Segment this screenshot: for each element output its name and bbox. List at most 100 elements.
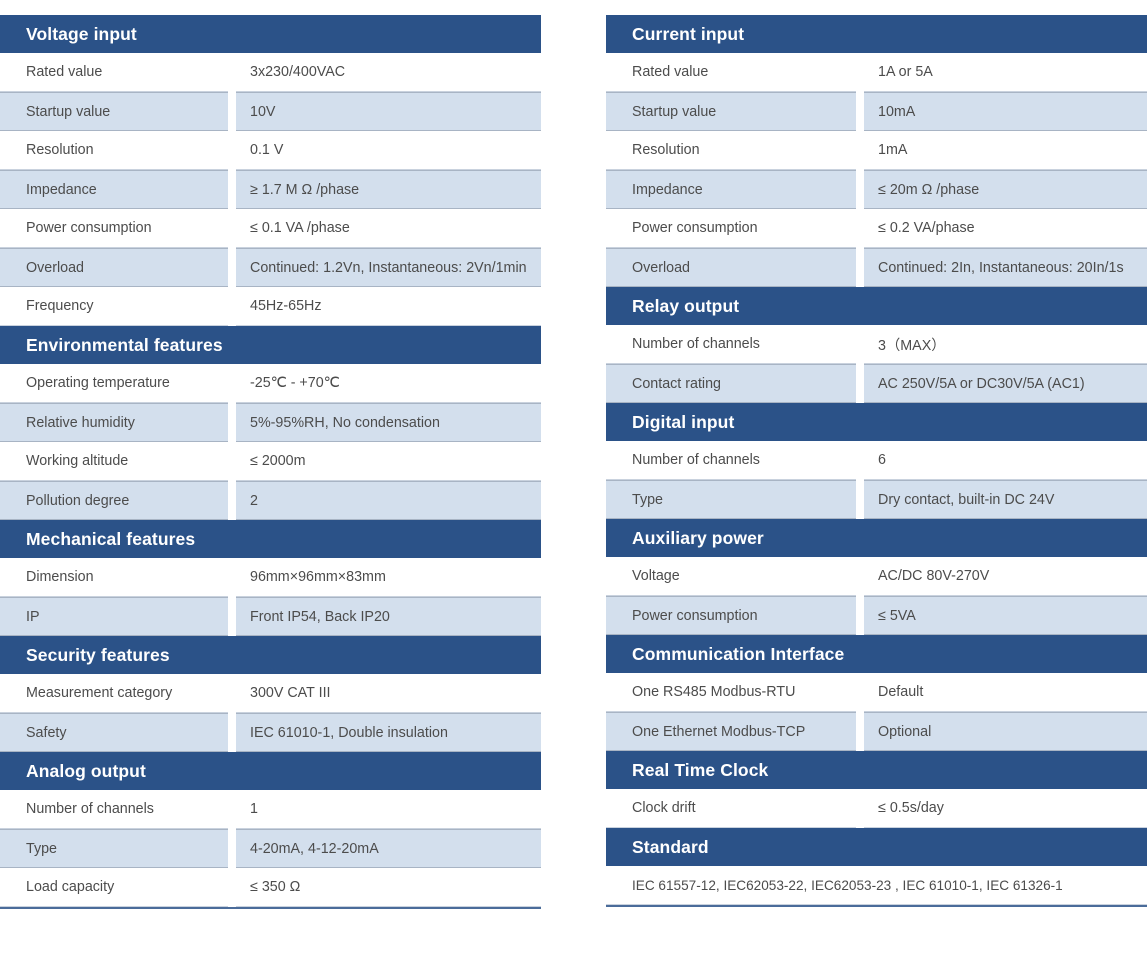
- row-value: 3（MAX）: [864, 325, 1147, 364]
- section-header: Security features: [0, 636, 541, 674]
- row-label: Resolution: [606, 131, 856, 170]
- row-label: Frequency: [0, 287, 228, 326]
- table-row: Number of channels 3（MAX）: [606, 325, 1147, 364]
- row-value: Default: [864, 673, 1147, 712]
- column-gap: [228, 170, 236, 209]
- section-rows: Rated value 1A or 5A Startup value 10mA Reso…: [606, 53, 1147, 287]
- section-rows: IEC 61557-12, IEC62053-22, IEC62053-23 ,…: [606, 866, 1147, 905]
- row-label: Clock drift: [606, 789, 856, 828]
- row-value: ≤ 350 Ω: [236, 868, 541, 907]
- column-closing-rule: [606, 905, 1147, 907]
- row-value: Continued: 1.2Vn, Instantaneous: 2Vn/1mi…: [236, 248, 541, 287]
- row-value: 5%-95%RH, No condensation: [236, 403, 541, 442]
- row-value: 10V: [236, 92, 541, 131]
- column-gap: [856, 673, 864, 712]
- table-row: Number of channels 1: [0, 790, 541, 829]
- row-value: 10mA: [864, 92, 1147, 131]
- column-gap: [228, 713, 236, 752]
- column-gap: [856, 712, 864, 751]
- column-gap: [228, 248, 236, 287]
- row-label: Rated value: [606, 53, 856, 92]
- table-row: Working altitude ≤ 2000m: [0, 442, 541, 481]
- row-label: Pollution degree: [0, 481, 228, 520]
- column-gap: [228, 558, 236, 597]
- row-value: IEC 61010-1, Double insulation: [236, 713, 541, 752]
- row-value: 4-20mA, 4-12-20mA: [236, 829, 541, 868]
- row-value: Front IP54, Back IP20: [236, 597, 541, 636]
- row-value: ≤ 0.5s/day: [864, 789, 1147, 828]
- column-gap: [856, 557, 864, 596]
- row-value: ≤ 20m Ω /phase: [864, 170, 1147, 209]
- row-value: 1mA: [864, 131, 1147, 170]
- row-label: Startup value: [0, 92, 228, 131]
- table-row: One RS485 Modbus-RTU Default: [606, 673, 1147, 712]
- section-header: Auxiliary power: [606, 519, 1147, 557]
- row-label: One Ethernet Modbus-TCP: [606, 712, 856, 751]
- row-value: ≥ 1.7 M Ω /phase: [236, 170, 541, 209]
- row-label: Number of channels: [606, 325, 856, 364]
- column-gap: [856, 209, 864, 248]
- column-gap: [228, 287, 236, 326]
- section-rows: Dimension 96mm×96mm×83mm IP Front IP54, Bac…: [0, 558, 541, 636]
- table-row: IEC 61557-12, IEC62053-22, IEC62053-23 ,…: [606, 866, 1147, 905]
- table-row: Measurement category 300V CAT III: [0, 674, 541, 713]
- row-label: Voltage: [606, 557, 856, 596]
- table-row: IP Front IP54, Back IP20: [0, 597, 541, 636]
- row-label: Dimension: [0, 558, 228, 597]
- row-label: Measurement category: [0, 674, 228, 713]
- table-row: Power consumption ≤ 5VA: [606, 596, 1147, 635]
- table-row: Startup value 10V: [0, 92, 541, 131]
- row-label: Working altitude: [0, 442, 228, 481]
- row-label: Type: [606, 480, 856, 519]
- row-label: Rated value: [0, 53, 228, 92]
- row-value: 45Hz-65Hz: [236, 287, 541, 326]
- table-row: Pollution degree 2: [0, 481, 541, 520]
- table-row: Rated value 1A or 5A: [606, 53, 1147, 92]
- table-row: Power consumption ≤ 0.2 VA/phase: [606, 209, 1147, 248]
- row-value: 3x230/400VAC: [236, 53, 541, 92]
- section-rows: Rated value 3x230/400VAC Startup value 10V R…: [0, 53, 541, 326]
- row-label: Power consumption: [606, 596, 856, 635]
- section-header: Standard: [606, 828, 1147, 866]
- spec-columns: Voltage input Rated value 3x230/400VAC Star…: [0, 0, 1147, 909]
- row-value: ≤ 0.1 VA /phase: [236, 209, 541, 248]
- column-gap: [228, 364, 236, 403]
- column-gap: [228, 829, 236, 868]
- row-value: 300V CAT III: [236, 674, 541, 713]
- row-value: AC 250V/5A or DC30V/5A (AC1): [864, 364, 1147, 403]
- row-value: 0.1 V: [236, 131, 541, 170]
- section-header: Voltage input: [0, 15, 541, 53]
- section-header: Relay output: [606, 287, 1147, 325]
- row-value: IEC 61557-12, IEC62053-22, IEC62053-23 ,…: [606, 866, 1147, 905]
- section-header: Communication Interface: [606, 635, 1147, 673]
- table-row: Resolution 0.1 V: [0, 131, 541, 170]
- row-value: -25℃ - +70℃: [236, 364, 541, 403]
- table-row: Impedance ≥ 1.7 M Ω /phase: [0, 170, 541, 209]
- section-header: Digital input: [606, 403, 1147, 441]
- column-gap: [228, 53, 236, 92]
- row-label: Load capacity: [0, 868, 228, 907]
- table-row: Number of channels 6: [606, 441, 1147, 480]
- table-row: Type 4-20mA, 4-12-20mA: [0, 829, 541, 868]
- column-gap: [228, 790, 236, 829]
- row-value: 1A or 5A: [864, 53, 1147, 92]
- column-gap: [856, 789, 864, 828]
- column-gap: [228, 403, 236, 442]
- row-label: Startup value: [606, 92, 856, 131]
- section-rows: Measurement category 300V CAT III Safety IE…: [0, 674, 541, 752]
- section-rows: One RS485 Modbus-RTU Default One Ethernet …: [606, 673, 1147, 751]
- row-label: Number of channels: [0, 790, 228, 829]
- row-label: Resolution: [0, 131, 228, 170]
- table-row: Load capacity ≤ 350 Ω: [0, 868, 541, 907]
- section-rows: Operating temperature -25℃ - +70℃ Relative…: [0, 364, 541, 520]
- column-gap: [228, 481, 236, 520]
- column-gap: [856, 92, 864, 131]
- row-label: Impedance: [0, 170, 228, 209]
- table-row: Voltage AC/DC 80V-270V: [606, 557, 1147, 596]
- row-value: 2: [236, 481, 541, 520]
- section-rows: Voltage AC/DC 80V-270V Power consumption ≤ …: [606, 557, 1147, 635]
- section-header: Environmental features: [0, 326, 541, 364]
- row-value: 1: [236, 790, 541, 829]
- left-spec-column: Voltage input Rated value 3x230/400VAC Star…: [0, 15, 541, 909]
- table-row: Startup value 10mA: [606, 92, 1147, 131]
